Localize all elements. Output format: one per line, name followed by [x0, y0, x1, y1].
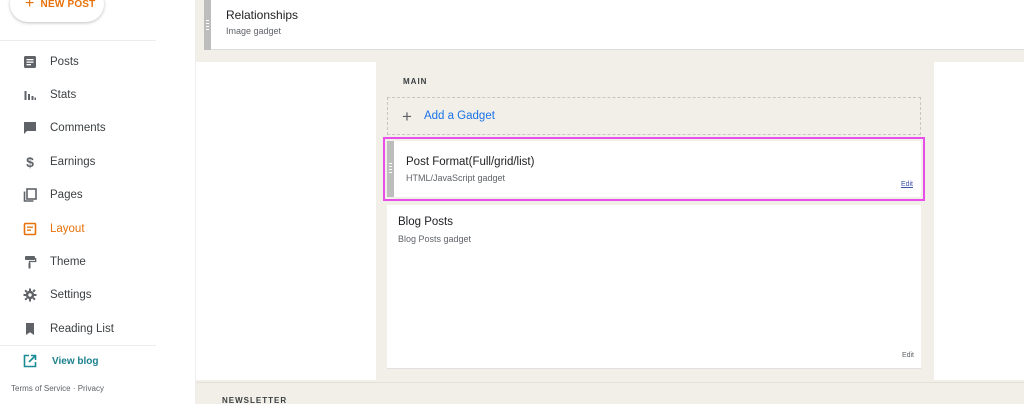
sidebar-item-layout[interactable]: Layout — [0, 212, 196, 245]
sidebar-item-settings[interactable]: Settings — [0, 279, 196, 312]
sidebar-item-theme[interactable]: Theme — [0, 245, 196, 278]
theme-icon — [22, 254, 38, 270]
posts-icon — [22, 54, 38, 70]
drag-handle[interactable] — [387, 141, 394, 197]
gadget-card-blog-posts[interactable]: Blog Posts Blog Posts gadget Edit — [387, 205, 921, 369]
sidebar-item-earnings[interactable]: $ Earnings — [0, 145, 196, 178]
plus-icon: + — [402, 106, 412, 126]
gadget-type: Blog Posts gadget — [398, 234, 472, 244]
comments-icon — [22, 120, 38, 136]
stats-icon — [22, 87, 38, 103]
sidebar-nav: Posts Stats Comments $ Earnings Pages La… — [0, 45, 196, 346]
view-blog-label: View blog — [52, 355, 99, 367]
sidebar-item-label: Earnings — [50, 155, 96, 168]
sidebar-item-label: Layout — [50, 222, 85, 235]
terms-link[interactable]: Terms of Service — [11, 384, 71, 393]
sidebar-item-pages[interactable]: Pages — [0, 179, 196, 212]
divider — [0, 40, 156, 41]
gadget-card-post-format[interactable]: Post Format(Full/grid/list) HTML/JavaScr… — [387, 141, 921, 197]
new-post-button[interactable]: + NEW POST — [10, 0, 104, 22]
section-label-main: MAIN — [403, 77, 428, 86]
sidebar-item-label: Settings — [50, 289, 92, 302]
footer-separator: · — [72, 384, 76, 393]
section-label-newsletter: NEWSLETTER — [222, 396, 288, 404]
plus-icon: + — [25, 0, 35, 12]
layout-canvas: Relationships Image gadget MAIN + Add a … — [196, 0, 1024, 404]
divider — [0, 345, 156, 346]
earnings-icon: $ — [26, 153, 34, 170]
gadget-title: Post Format(Full/grid/list) — [406, 156, 535, 168]
new-post-label: NEW POST — [40, 0, 96, 10]
divider — [196, 382, 1024, 383]
gadget-title: Relationships — [226, 8, 299, 22]
gadget-card[interactable]: Relationships Image gadget — [204, 0, 1024, 50]
sidebar-item-comments[interactable]: Comments — [0, 112, 196, 145]
edit-link[interactable]: Edit — [901, 181, 913, 188]
sidebar: + NEW POST Posts Stats Comments $ Earnin… — [0, 0, 196, 404]
sidebar-item-label: Reading List — [50, 322, 114, 335]
grip-icon — [389, 163, 392, 175]
view-blog-link[interactable]: View blog — [22, 353, 99, 369]
edit-link[interactable]: Edit — [902, 352, 914, 359]
privacy-link[interactable]: Privacy — [78, 384, 104, 393]
grip-icon — [206, 20, 209, 30]
sidebar-item-label: Theme — [50, 256, 86, 269]
gadget-title: Blog Posts — [398, 216, 453, 228]
add-gadget-label: Add a Gadget — [423, 110, 495, 122]
reading-list-icon — [22, 321, 38, 337]
layout-column-left — [196, 62, 376, 380]
layout-column-right — [934, 62, 1024, 380]
gadget-type: Image gadget — [226, 26, 282, 36]
drag-handle[interactable] — [204, 0, 211, 50]
sidebar-item-stats[interactable]: Stats — [0, 78, 196, 111]
sidebar-item-reading-list[interactable]: Reading List — [0, 312, 196, 345]
layout-icon — [22, 221, 38, 237]
sidebar-item-posts[interactable]: Posts — [0, 45, 196, 78]
sidebar-item-label: Pages — [50, 189, 83, 202]
settings-icon — [22, 287, 38, 303]
open-external-icon — [22, 353, 38, 369]
gadget-type: HTML/JavaScript gadget — [406, 173, 506, 183]
sidebar-item-label: Stats — [50, 89, 77, 102]
sidebar-item-label: Comments — [50, 122, 106, 135]
add-gadget-button[interactable]: + Add a Gadget — [387, 97, 921, 135]
footer-links: Terms of Service · Privacy — [11, 384, 104, 393]
pages-icon — [22, 187, 38, 203]
sidebar-item-label: Posts — [50, 55, 79, 68]
